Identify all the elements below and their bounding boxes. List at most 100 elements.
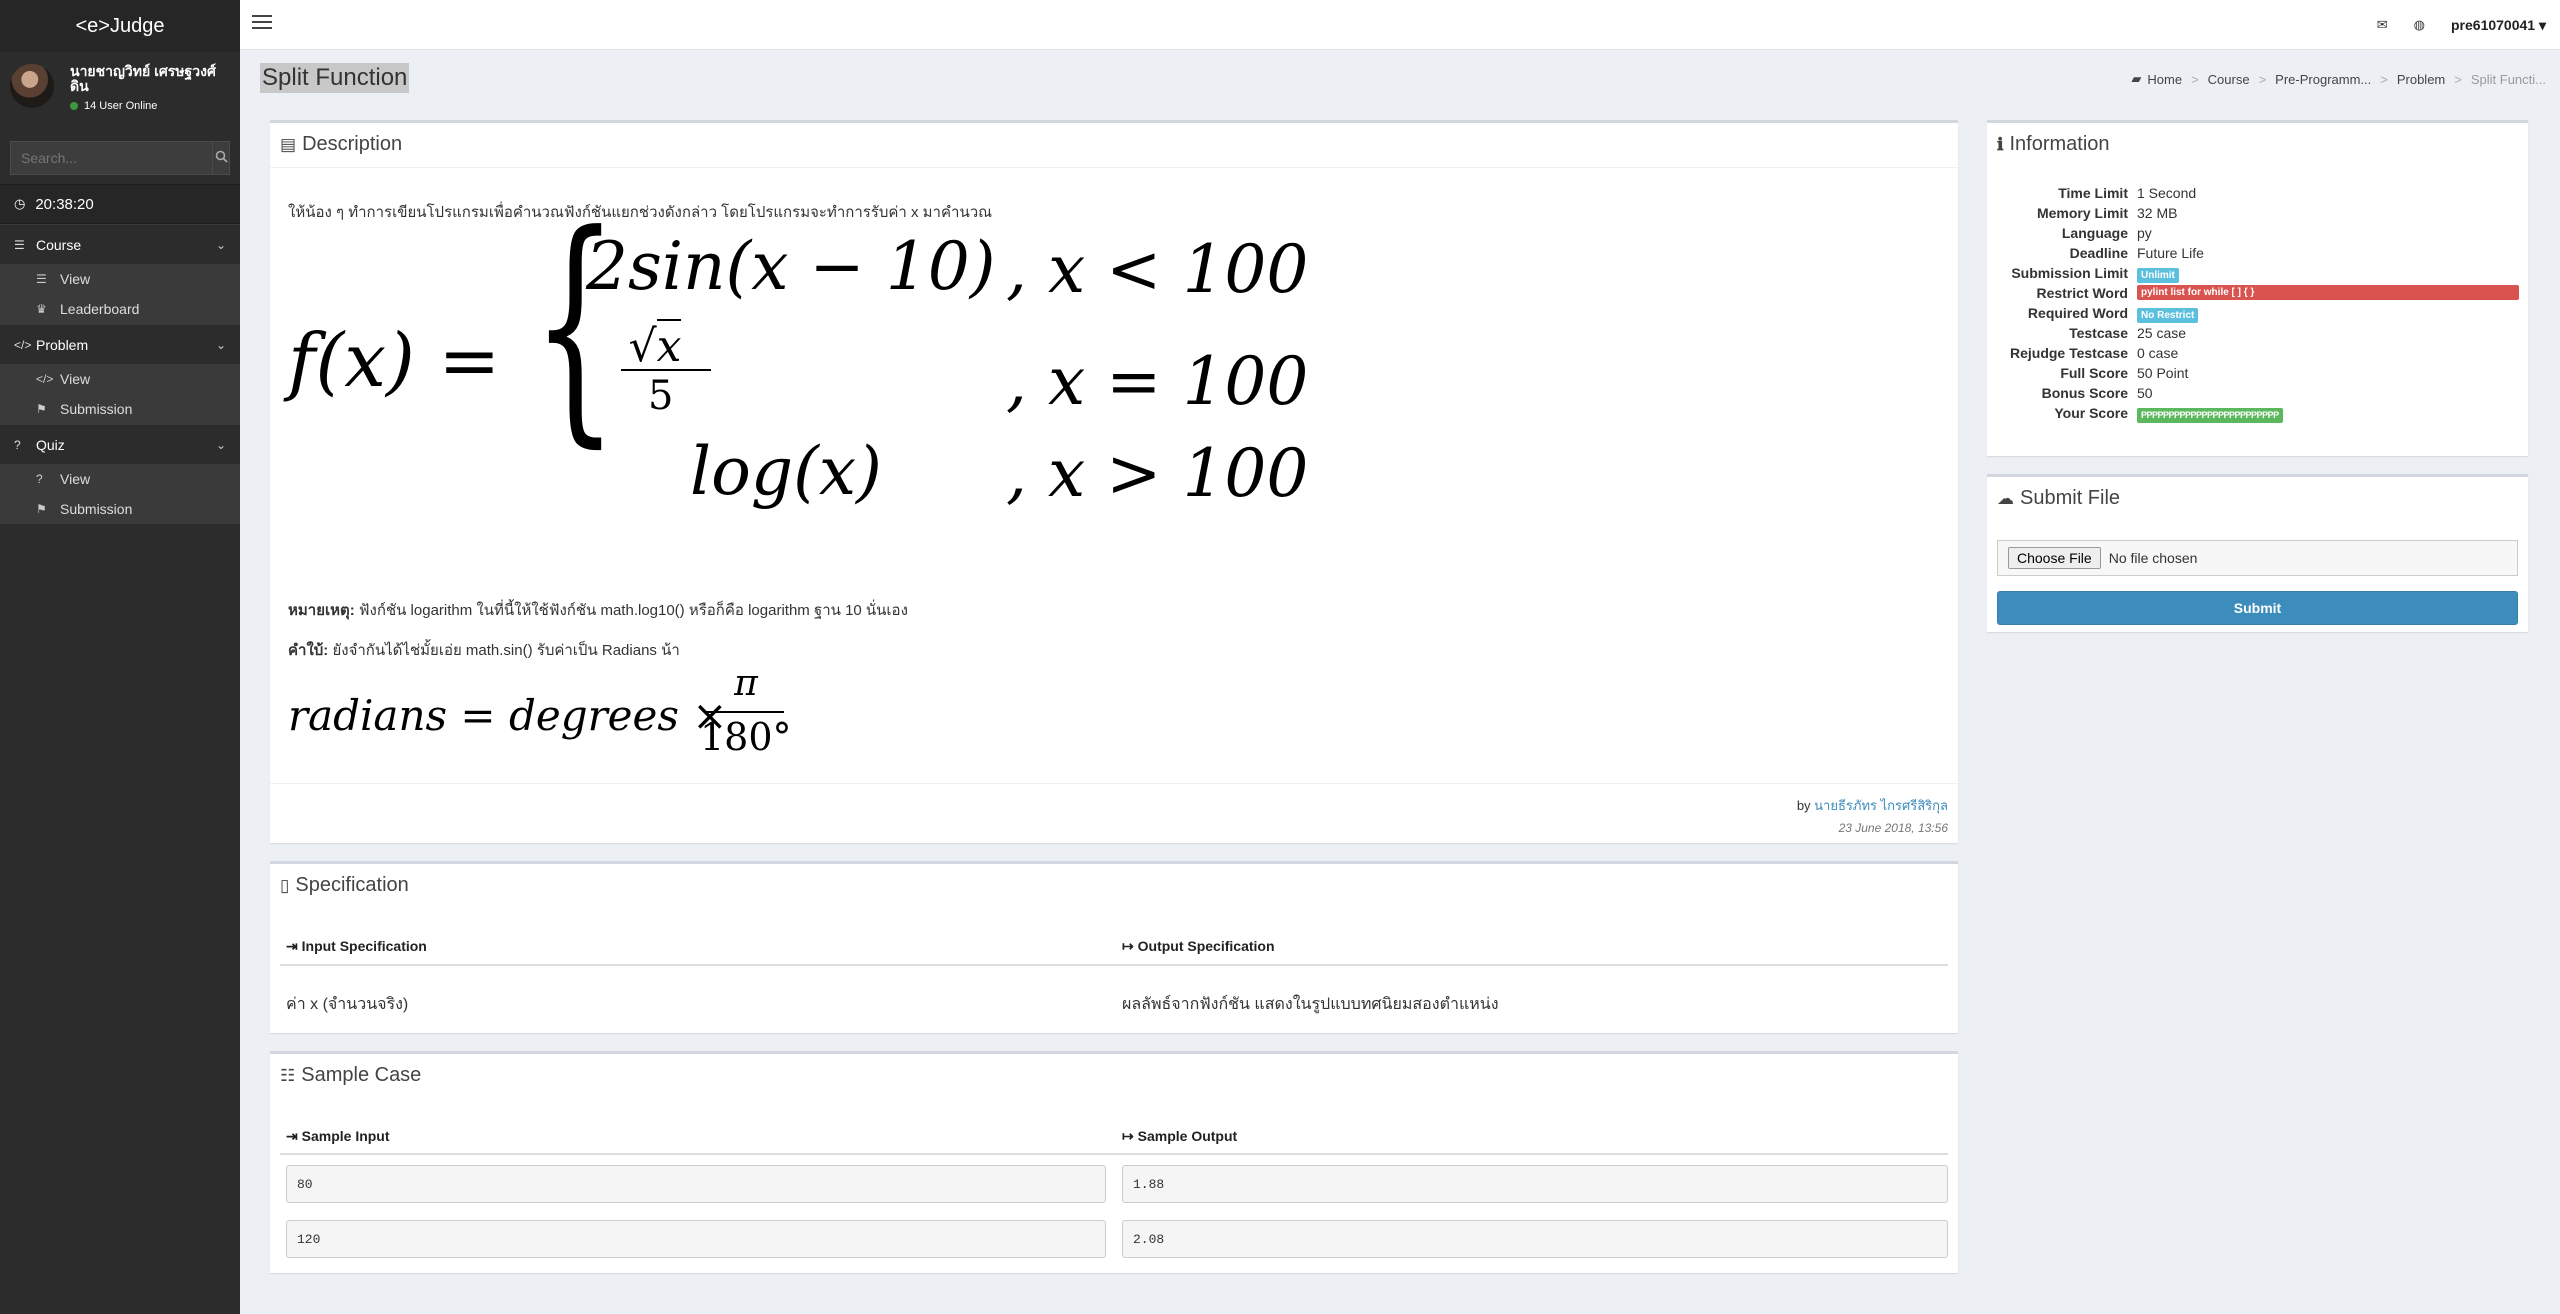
specification-title: Specification — [295, 874, 409, 896]
online-dot-icon — [70, 102, 78, 110]
hamburger-menu-icon[interactable] — [252, 15, 272, 33]
description-title: Description — [302, 133, 403, 155]
user-menu[interactable]: pre61070041 ▾ — [2451, 17, 2546, 34]
breadcrumb-course[interactable]: Course — [2208, 72, 2250, 87]
info-restrict-word: Restrict Word pylint list for while [ ] {… — [1987, 285, 2528, 305]
info-full-score: Full Score 50 Point — [2060, 365, 2189, 381]
list-ol-icon: ☷ — [280, 1065, 296, 1085]
breadcrumb-problem[interactable]: Problem — [2397, 72, 2445, 87]
input-spec-text: ค่า x (จำนวนจริง) — [286, 996, 409, 1013]
breadcrumb: ▰ Home > Course > Pre-Programm... > Problem… — [2131, 71, 2546, 87]
file-text-icon: ▯ — [280, 875, 290, 895]
submit-title: Submit File — [2020, 487, 2121, 509]
list-alt-icon: ▤ — [280, 134, 297, 154]
note-label: หมายเหตุ: — [288, 602, 355, 619]
sidebar-item-label: Submission — [60, 401, 133, 417]
sample-input-1[interactable]: 80 — [286, 1165, 1106, 1203]
specification-box: ▯ Specification ⇥ Input Specification ↦ O… — [270, 861, 1958, 1033]
description-hint: คำใบ้: ยังจำกันได้ไช่มั้ยเอ่ย math.sin()… — [288, 638, 680, 662]
search-input[interactable] — [10, 141, 213, 175]
info-required-word: Required Word No Restrict — [1987, 305, 2528, 325]
menu-quiz[interactable]: ? Quiz ⌄ — [0, 424, 240, 464]
globe-icon[interactable]: ◍ — [2414, 17, 2425, 33]
user-panel: นายชาญวิทย์ เศรษฐวงศ์ ดิน 14 User Online — [0, 52, 240, 132]
chevron-down-icon: ⌄ — [215, 237, 226, 252]
app-logo[interactable]: <e>Judge — [0, 0, 240, 52]
status-badge: pylint list for while [ ] { } — [2137, 285, 2519, 300]
post-date: 23 June 2018, 13:56 — [1838, 821, 1948, 835]
trophy-icon: ♛ — [36, 302, 47, 316]
clock-time: 20:38:20 — [35, 195, 94, 213]
input-spec-head: ⇥ Input Specification — [286, 938, 427, 954]
envelope-icon[interactable]: ✉ — [2377, 17, 2388, 33]
sample-output-2[interactable]: 2.08 — [1122, 1220, 1948, 1258]
folder-icon: ▰ — [2131, 71, 2142, 86]
sidebar-item-label: View — [60, 371, 91, 387]
hint-text: ยังจำกันได้ไช่มั้ยเอ่ย math.sin() รับค่า… — [328, 642, 680, 659]
sample-input-2[interactable]: 120 — [286, 1220, 1106, 1258]
sidebar-item-course-view[interactable]: ☰ View — [0, 264, 240, 294]
menu-course-label: Course — [36, 236, 82, 253]
sidebar-item-leaderboard[interactable]: ♛ Leaderboard — [0, 294, 240, 324]
question-icon: ? — [36, 472, 43, 486]
caret-down-icon: ▾ — [2538, 16, 2546, 33]
menu-course[interactable]: ☰ Course ⌄ — [0, 224, 240, 264]
username: pre61070041 — [2451, 16, 2536, 33]
choose-file-button[interactable]: Choose File — [2008, 547, 2101, 569]
menu-problem[interactable]: </> Problem ⌄ — [0, 324, 240, 364]
avatar — [10, 64, 54, 108]
sign-in-icon: ⇥ — [286, 938, 302, 954]
user-name: นายชาญวิทย์ เศรษฐวงศ์ ดิน — [70, 63, 216, 94]
sidebar-item-problem-submission[interactable]: ⚑ Submission — [0, 394, 240, 424]
radians-formula: radians = degrees × π 180° — [288, 663, 792, 759]
info-testcase: Testcase 25 case — [2069, 325, 2187, 341]
submit-button[interactable]: Submit — [1997, 591, 2518, 625]
sidebar-item-label: View — [60, 471, 91, 487]
author-byline: by นายธีรภัทร ไกรศรีสิริกุล 23 June 2018… — [1797, 795, 1948, 835]
sign-out-icon: ↦ — [1122, 1128, 1138, 1144]
author-link[interactable]: นายธีรภัทร ไกรศรีสิริกุล — [1814, 798, 1948, 813]
clock-icon: ◷ — [14, 196, 26, 211]
info-memory-limit: Memory Limit 32 MB — [2036, 205, 2178, 221]
online-status: 14 User Online — [70, 100, 235, 112]
info-language: Language py — [2061, 225, 2152, 241]
description-intro: ให้น้อง ๆ ทำการเขียนโปรแกรมเพื่อคำนวณฟัง… — [288, 204, 993, 221]
hint-label: คำใบ้: — [288, 642, 329, 659]
sidebar-item-quiz-submission[interactable]: ⚑ Submission — [0, 494, 240, 524]
breadcrumb-home[interactable]: Home — [2147, 72, 2182, 87]
file-status: No file chosen — [2108, 550, 2198, 566]
topbar: ✉ ◍ pre61070041 ▾ — [240, 0, 2560, 50]
cloud-upload-icon: ☁ — [1997, 488, 2014, 508]
sample-output-head: ↦ Sample Output — [1122, 1128, 1238, 1144]
piecewise-formula: f(x) = { 2sin(x − 10) √x 5 log(x) , x < … — [288, 183, 1309, 512]
note-text: ฟังก์ชัน logarithm ในที่นี้ให้ใช้ฟังก์ชั… — [354, 602, 908, 619]
search-button[interactable] — [213, 141, 230, 175]
sample-case-box: ☷ Sample Case ⇥ Sample Input ↦ Sample Out… — [270, 1051, 1958, 1273]
online-count: 14 User Online — [84, 100, 158, 112]
search-icon — [215, 150, 228, 163]
info-deadline: Deadline Future Life — [2069, 245, 2204, 261]
sample-title: Sample Case — [301, 1064, 422, 1086]
sample-input-head: ⇥ Sample Input — [286, 1128, 390, 1144]
info-rejudge-testcase: Rejudge Testcase 0 case — [2009, 345, 2179, 361]
sign-out-icon: ↦ — [1122, 938, 1138, 954]
information-box: ℹ Information Time Limit 1 Second Memory L… — [1987, 120, 2528, 456]
flag-icon: ⚑ — [36, 502, 47, 516]
sample-output-1[interactable]: 1.88 — [1122, 1165, 1948, 1203]
info-icon: ℹ — [1997, 134, 2004, 154]
submit-file-box: ☁ Submit File Choose File No file chosen … — [1987, 474, 2528, 632]
code-icon: </> — [36, 372, 54, 386]
sign-in-icon: ⇥ — [286, 1128, 302, 1144]
output-spec-text: ผลลัพธ์จากฟังก์ชัน แสดงในรูปแบบทศนิยมสอง… — [1122, 996, 1499, 1013]
info-time-limit: Time Limit 1 Second — [2058, 185, 2197, 201]
file-input[interactable]: Choose File No file chosen — [1997, 540, 2518, 576]
information-title: Information — [2009, 133, 2110, 155]
sidebar-item-quiz-view[interactable]: ? View — [0, 464, 240, 494]
sidebar: <e>Judge นายชาญวิทย์ เศรษฐวงศ์ ดิน 14 Us… — [0, 0, 240, 1314]
info-bonus-score: Bonus Score 50 — [2041, 385, 2153, 401]
clock: ◷ 20:38:20 — [0, 184, 240, 224]
sidebar-item-label: Leaderboard — [60, 301, 140, 317]
chevron-down-icon: ⌄ — [215, 337, 226, 352]
breadcrumb-course-name[interactable]: Pre-Programm... — [2275, 72, 2371, 87]
sidebar-item-problem-view[interactable]: </> View — [0, 364, 240, 394]
